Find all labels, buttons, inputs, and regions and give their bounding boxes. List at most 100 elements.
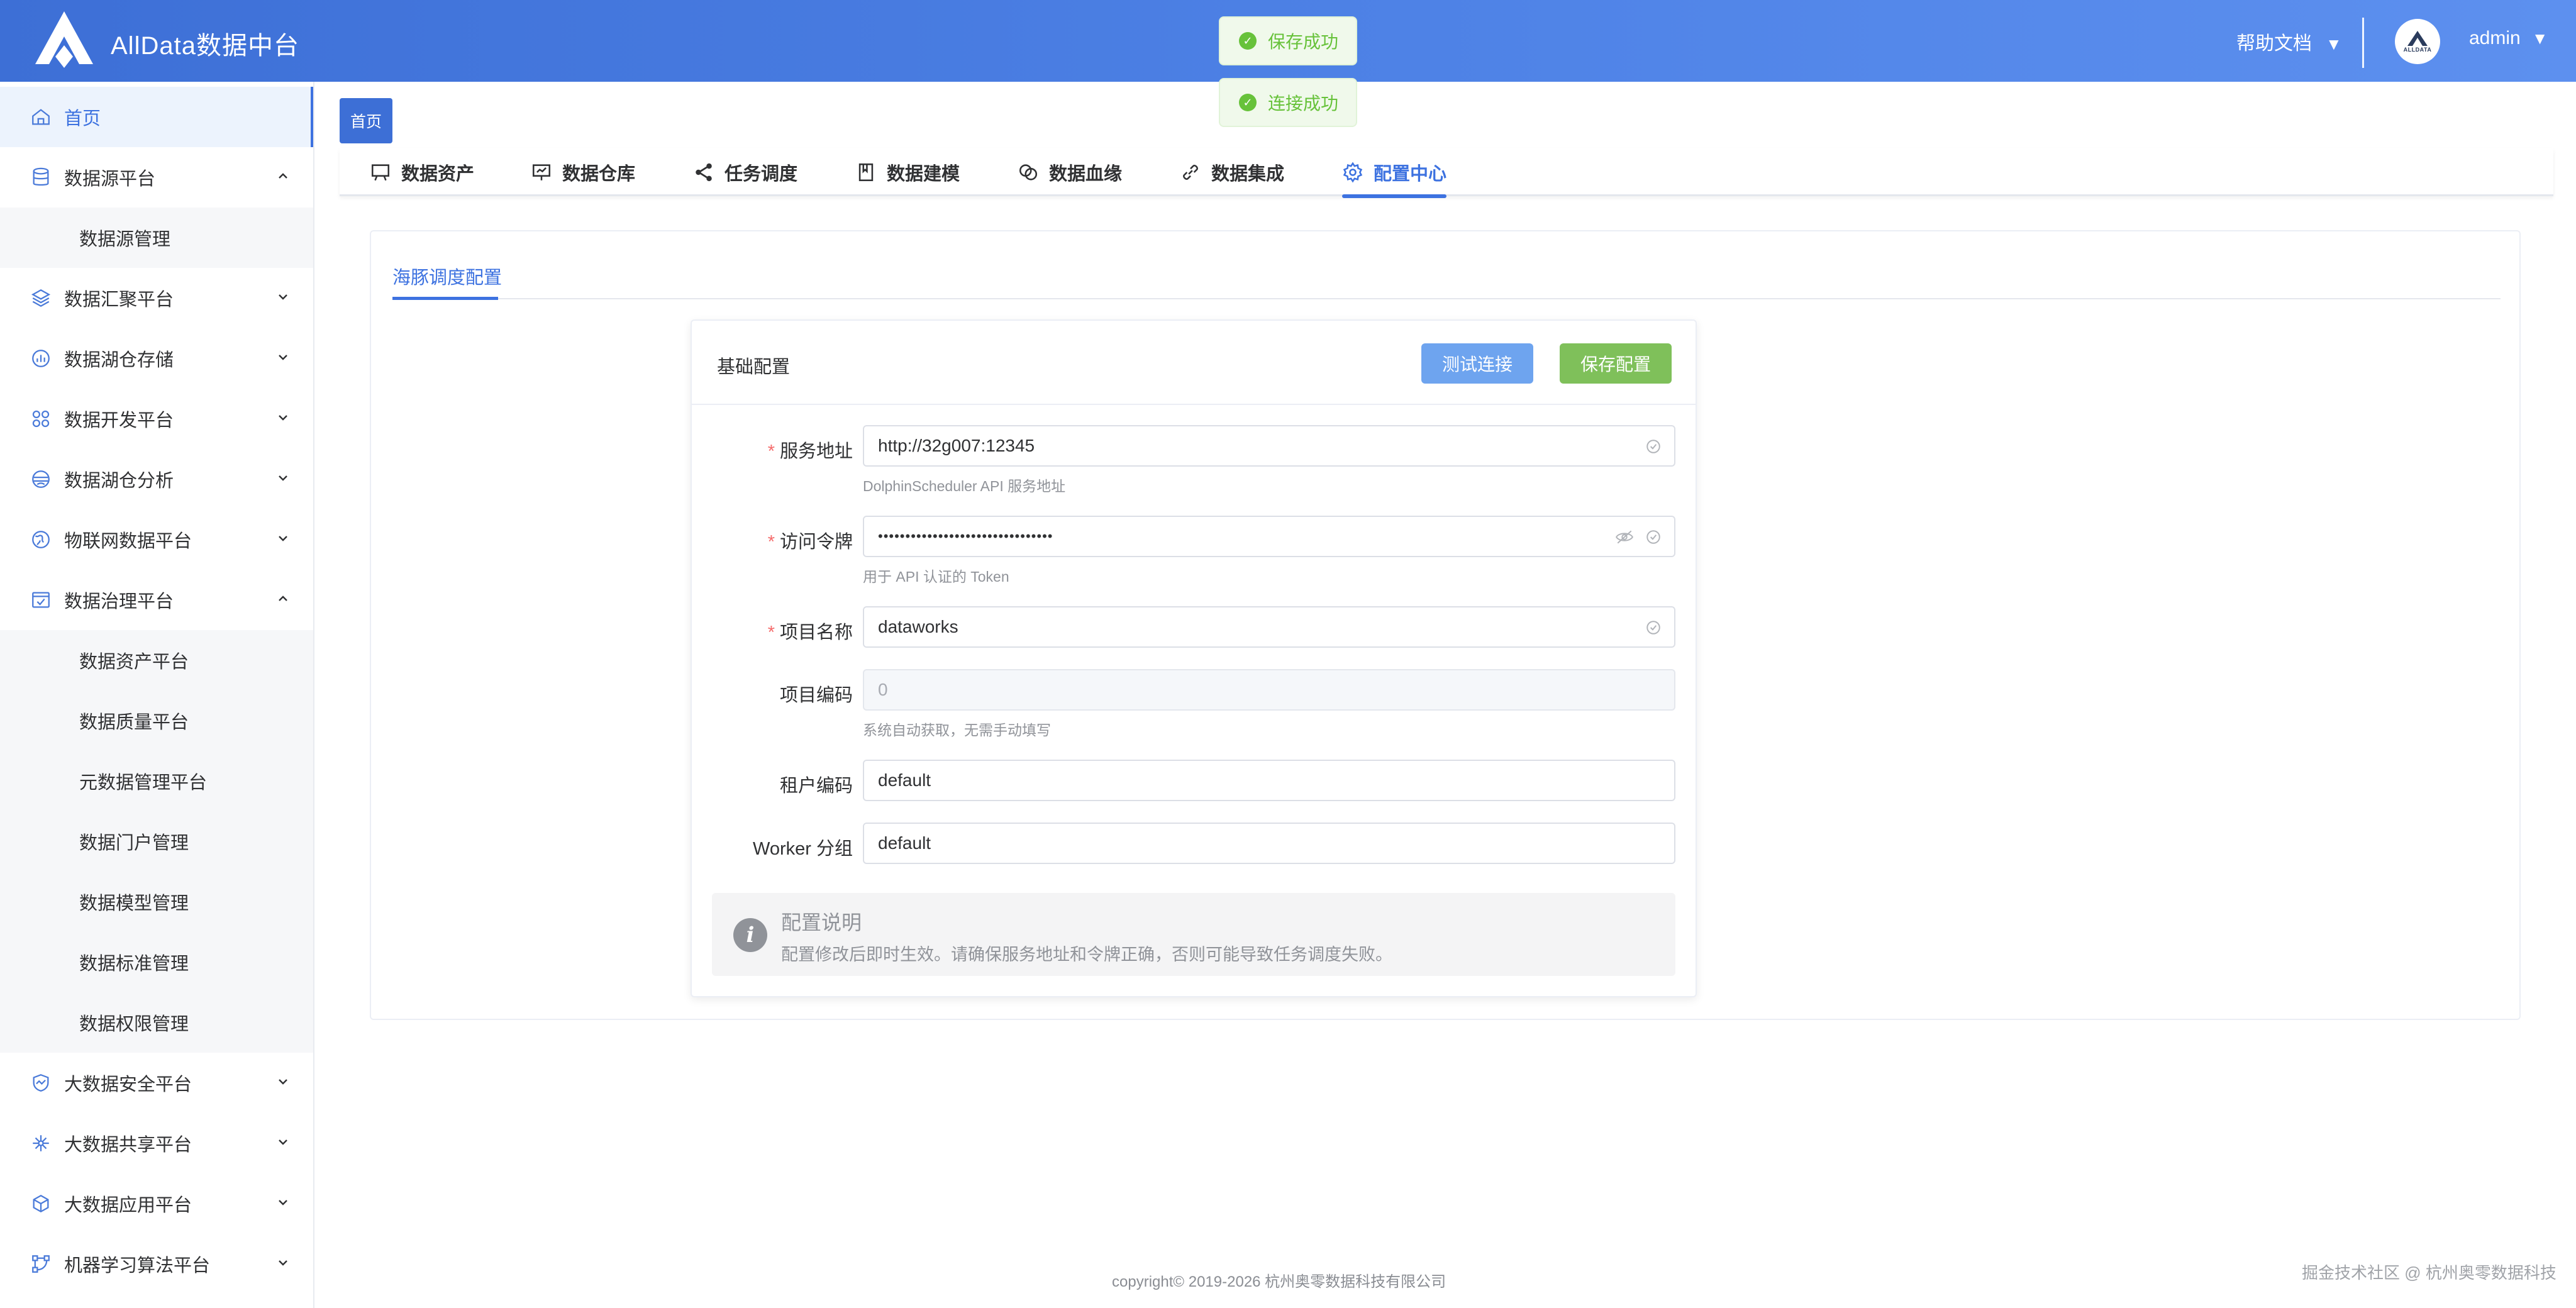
input-value: default [878,833,931,853]
field-hint: 用于 API 认证的 Token [863,568,1009,585]
sidebar-item-ml[interactable]: 机器学习算法平台 [0,1234,313,1294]
share-icon [696,163,712,182]
sidebar: 首页 数据源平台 数据源管理 数据汇聚平台 数据湖仓存储 数据开发平台 数据湖仓… [0,82,314,1308]
toast-message: 保存成功 [1268,32,1339,52]
chevron-down-icon [279,1079,287,1085]
sidebar-subitem-portal[interactable]: 数据门户管理 [0,811,313,872]
alert-description: 配置修改后即时生效。请确保服务地址和令牌正确，否则可能导致任务调度失败。 [781,945,1392,964]
tab-label: 数据仓库 [562,164,636,184]
sidebar-subitem-metadata[interactable]: 元数据管理平台 [0,751,313,811]
link-circles-icon [1019,164,1038,180]
tab-label: 数据集成 [1211,164,1285,184]
link-icon [1183,165,1198,180]
sidebar-item-datasource-platform[interactable]: 数据源平台 [0,147,313,208]
avatar[interactable]: ALLDATA [2395,19,2440,64]
tab-label: 任务调度 [724,164,798,184]
caret-down-icon: ▼ [2531,29,2548,48]
sidebar-item-lakehouse-analysis[interactable]: 数据湖仓分析 [0,449,313,509]
database-icon [30,167,52,188]
sidebar-subitem-asset[interactable]: 数据资产平台 [0,630,313,690]
tab-task-schedule[interactable]: 任务调度 [693,148,797,196]
sidebar-item-lakehouse-storage[interactable]: 数据湖仓存储 [0,328,313,389]
access-token-input[interactable]: •••••••••••••••••••••••••••••••• [863,516,1675,557]
chevron-down-icon [279,294,287,300]
toast-message: 连接成功 [1268,94,1339,113]
input-value: default [878,770,931,790]
sidebar-item-governance[interactable]: 数据治理平台 [0,570,313,630]
alldata-logo-icon[interactable] [33,9,96,69]
sidebar-item-label: 大数据共享平台 [64,1135,192,1155]
header-divider [2362,18,2364,68]
chevron-up-icon [279,596,287,601]
save-config-button[interactable]: 保存配置 [1560,343,1672,384]
toast-connect-success: ✓ 连接成功 [1219,78,1357,127]
tag-home[interactable]: 首页 [340,98,392,143]
service-url-input[interactable]: http://32g007:12345 [863,425,1675,467]
tab-config-center[interactable]: 配置中心 [1342,148,1447,198]
tab-data-modeling[interactable]: 数据建模 [855,148,960,196]
subtab-divider [392,298,2501,299]
sidebar-item-label: 首页 [64,109,101,129]
field-label: * 项目名称 [767,623,853,643]
sidebar-subitem-permission[interactable]: 数据权限管理 [0,992,313,1053]
tab-data-lineage[interactable]: 数据血缘 [1018,148,1122,196]
panel-title: 基础配置 [717,357,791,377]
modules-icon [30,408,52,430]
sidebar-item-label: 数据门户管理 [79,833,189,853]
alert-title: 配置说明 [781,911,862,934]
sidebar-item-label: 数据湖仓存储 [64,350,174,370]
user-menu[interactable]: admin ▼ [2469,28,2548,49]
eye-off-icon[interactable] [1615,529,1634,545]
help-docs-menu[interactable]: 帮助文档 ▼ [2236,28,2342,55]
panel-header: 基础配置 测试连接 保存配置 [692,321,1696,405]
check-circle-icon [1646,440,1660,453]
worker-group-input[interactable]: default [863,823,1675,864]
globe-icon [30,529,52,550]
input-value: dataworks [878,617,958,636]
config-card: 海豚调度配置 基础配置 测试连接 保存配置 * 服务地址 http://32g00… [370,230,2521,1020]
input-placeholder: 0 [878,680,888,699]
presentation-chart-icon [532,164,551,180]
username-label: admin [2469,28,2521,48]
sidebar-item-label: 数据权限管理 [79,1014,189,1034]
sidebar-item-security[interactable]: 大数据安全平台 [0,1053,313,1113]
required-mark: * [767,532,775,552]
sidebar-item-label: 物联网数据平台 [64,531,192,551]
sidebar-item-home[interactable]: 首页 [0,87,313,147]
tab-data-asset[interactable]: 数据资产 [370,148,474,196]
chart-circle-icon [30,348,52,369]
sidebar-subitem-quality[interactable]: 数据质量平台 [0,690,313,751]
project-name-input[interactable]: dataworks [863,606,1675,648]
tenant-code-input[interactable]: default [863,760,1675,801]
tab-label: 数据资产 [401,164,475,184]
tab-dolphin-config[interactable]: 海豚调度配置 [392,263,502,289]
field-hint: 系统自动获取，无需手动填写 [863,722,1051,738]
layers-icon [30,287,52,309]
algorithm-icon [30,1253,52,1275]
sidebar-item-sharing[interactable]: 大数据共享平台 [0,1113,313,1173]
sidebar-item-dev-platform[interactable]: 数据开发平台 [0,389,313,449]
active-tab-indicator [1342,194,1447,198]
check-circle-icon: ✓ [1239,94,1257,111]
tab-data-warehouse[interactable]: 数据仓库 [531,148,635,196]
input-value: http://32g007:12345 [878,436,1035,455]
sidebar-subitem-standard[interactable]: 数据标准管理 [0,932,313,992]
help-docs-label: 帮助文档 [2236,33,2312,54]
sidebar-item-label: 数据湖仓分析 [64,471,174,491]
home-icon [30,106,52,128]
sidebar-item-label: 数据资产平台 [79,652,189,672]
sidebar-item-application[interactable]: 大数据应用平台 [0,1173,313,1234]
sidebar-subitem-datasource-manage[interactable]: 数据源管理 [0,208,313,268]
sidebar-item-label: 数据汇聚平台 [64,290,174,310]
sidebar-subitem-model[interactable]: 数据模型管理 [0,872,313,932]
chevron-down-icon [279,415,287,421]
checklist-icon [30,589,52,611]
analysis-icon [30,468,52,490]
test-connection-button[interactable]: 测试连接 [1421,343,1533,384]
sidebar-item-label: 数据开发平台 [64,411,174,431]
tab-data-integration[interactable]: 数据集成 [1180,148,1284,196]
sidebar-item-iot-platform[interactable]: 物联网数据平台 [0,509,313,570]
project-code-input: 0 [863,669,1675,711]
app-title: AllData数据中台 [111,32,299,60]
sidebar-item-data-collect[interactable]: 数据汇聚平台 [0,268,313,328]
